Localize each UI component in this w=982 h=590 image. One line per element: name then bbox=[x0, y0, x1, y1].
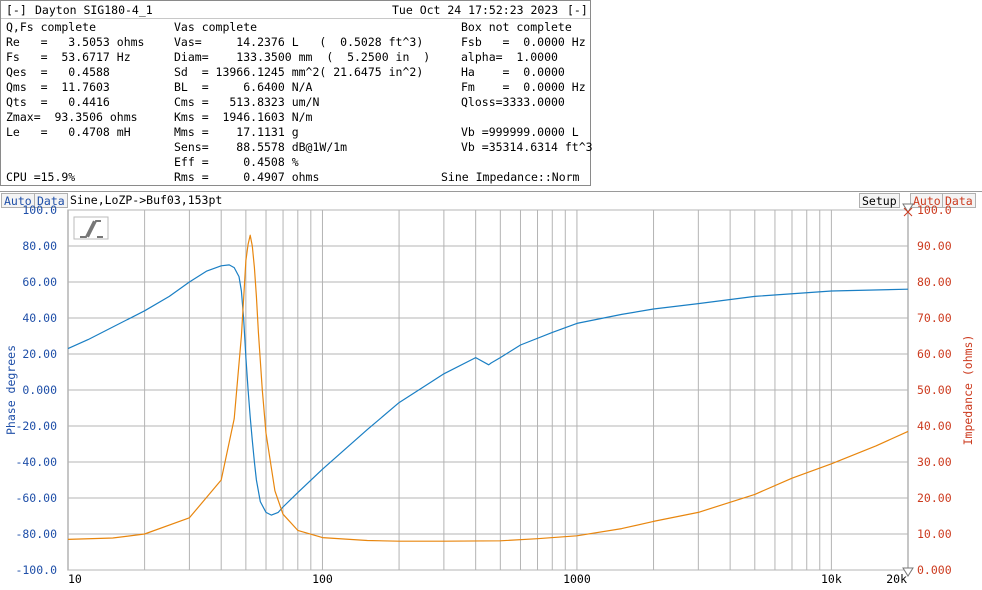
box-parameter-row: Vb =999999.0000 L bbox=[461, 125, 579, 139]
section-box-status: Box not complete bbox=[461, 20, 572, 34]
x-tick-labels: 10 100 1000 10k 20k bbox=[68, 572, 907, 586]
right-y-tick-label: 30.00 bbox=[917, 455, 952, 469]
left-y-tick-label: 20.00 bbox=[22, 347, 57, 361]
impedance-phase-chart: 100.0 80.00 60.00 40.00 20.00 0.000 -20.00 -40.… bbox=[4, 203, 975, 586]
box-parameter-row: Fsb = 0.0000 Hz bbox=[461, 35, 586, 49]
left-y-tick-label: 100.0 bbox=[22, 203, 57, 217]
box-parameter-row: Fm = 0.0000 Hz bbox=[461, 80, 586, 94]
qfs-parameter-row: Qms = 11.7603 bbox=[6, 80, 110, 94]
vas-parameter-row: Vas= 14.2376 L ( 0.5028 ft^3) bbox=[174, 35, 424, 49]
right-y-tick-label: 60.00 bbox=[917, 347, 952, 361]
right-y-tick-labels: 100.0 90.00 80.00 70.00 60.00 50.00 40.00 30.00… bbox=[917, 203, 952, 577]
panel-menu-button-right[interactable]: [-] bbox=[567, 3, 588, 17]
left-y-tick-label: 80.00 bbox=[22, 239, 57, 253]
qfs-parameter-row: Qts = 0.4416 bbox=[6, 95, 110, 109]
vas-parameter-row: Sens= 88.5578 dB@1W/1m bbox=[174, 140, 348, 154]
right-y-tick-label: 50.00 bbox=[917, 383, 952, 397]
cpu-usage: CPU =15.9% bbox=[6, 170, 76, 184]
vas-parameter-row: Cms = 513.8323 um/N bbox=[174, 95, 320, 109]
right-y-tick-label: 100.0 bbox=[917, 203, 952, 217]
qfs-parameter-row: Re = 3.5053 ohms bbox=[6, 35, 145, 49]
chart-grid bbox=[67, 209, 909, 571]
left-y-tick-label: 40.00 bbox=[22, 311, 57, 325]
left-y-tick-label: -60.00 bbox=[15, 491, 57, 505]
vas-parameter-row: Kms = 1946.1603 N/m bbox=[174, 110, 313, 124]
parameters-title-bar: [-] Dayton SIG180-4_1 Tue Oct 24 17:52:2… bbox=[1, 1, 590, 19]
box-parameter-row: Ha = 0.0000 bbox=[461, 65, 565, 79]
box-parameter-row: Qloss=3333.0000 bbox=[461, 95, 565, 109]
vas-parameter-row: Eff = 0.4508 % bbox=[174, 155, 299, 169]
x-tick-label: 10 bbox=[68, 572, 82, 586]
vas-parameter-row: Rms = 0.4907 ohms bbox=[174, 170, 320, 184]
qfs-parameter-row: Fs = 53.6717 Hz bbox=[6, 50, 131, 64]
measurement-mode: Sine Impedance::Norm bbox=[441, 170, 580, 184]
vas-parameter-row: Mms = 17.1131 g bbox=[174, 125, 299, 139]
clio-logo-icon bbox=[73, 216, 109, 240]
section-qfs-status: Q,Fs complete bbox=[6, 20, 97, 34]
left-axis-title: Phase degrees bbox=[4, 345, 18, 435]
left-y-tick-label: 0.000 bbox=[22, 383, 57, 397]
qfs-parameter-row: Qes = 0.4588 bbox=[6, 65, 110, 79]
right-y-tick-label: 10.00 bbox=[917, 527, 952, 541]
right-y-tick-label: 0.000 bbox=[917, 563, 952, 577]
qfs-parameter-row: Le = 0.4708 mH bbox=[6, 125, 131, 139]
x-tick-label: 10k bbox=[821, 572, 842, 586]
x-tick-label: 20k bbox=[886, 572, 907, 586]
left-y-tick-label: -20.00 bbox=[15, 419, 57, 433]
box-parameter-row: alpha= 1.0000 bbox=[461, 50, 558, 64]
vas-parameter-row: Sd = 13966.1245 mm^2( 21.6475 in^2) bbox=[174, 65, 424, 79]
vas-parameter-row: BL = 6.6400 N/A bbox=[174, 80, 313, 94]
driver-title: Dayton SIG180-4_1 bbox=[35, 3, 153, 17]
right-y-tick-label: 40.00 bbox=[917, 419, 952, 433]
section-vas-status: Vas complete bbox=[174, 20, 258, 34]
right-y-tick-label: 90.00 bbox=[917, 239, 952, 253]
qfs-parameter-row: Zmax= 93.3506 ohms bbox=[6, 110, 138, 124]
panel-menu-button-left[interactable]: [-] bbox=[6, 3, 27, 17]
left-y-tick-labels: 100.0 80.00 60.00 40.00 20.00 0.000 -20.00 -40.… bbox=[15, 203, 57, 577]
right-y-tick-label: 70.00 bbox=[917, 311, 952, 325]
left-y-tick-label: -40.00 bbox=[15, 455, 57, 469]
right-y-tick-label: 80.00 bbox=[917, 275, 952, 289]
vas-parameter-row: Diam= 133.3500 mm ( 5.2500 in ) bbox=[174, 50, 431, 64]
x-tick-label: 1000 bbox=[563, 572, 591, 586]
left-y-tick-label: -80.00 bbox=[15, 527, 57, 541]
graph-panel: Auto Data Sine,LoZP->Buf03,153pt Setup A… bbox=[0, 191, 982, 590]
parameters-panel: [-] Dayton SIG180-4_1 Tue Oct 24 17:52:2… bbox=[0, 0, 593, 186]
left-y-tick-label: -100.0 bbox=[15, 563, 57, 577]
timestamp: Tue Oct 24 17:52:23 2023 bbox=[392, 3, 559, 17]
left-y-tick-label: 60.00 bbox=[22, 275, 57, 289]
x-tick-label: 100 bbox=[312, 572, 333, 586]
box-parameter-row: Vb =35314.6314 ft^3 bbox=[461, 140, 593, 154]
right-axis-title: Impedance (ohms) bbox=[961, 335, 975, 446]
right-y-tick-label: 20.00 bbox=[917, 491, 952, 505]
